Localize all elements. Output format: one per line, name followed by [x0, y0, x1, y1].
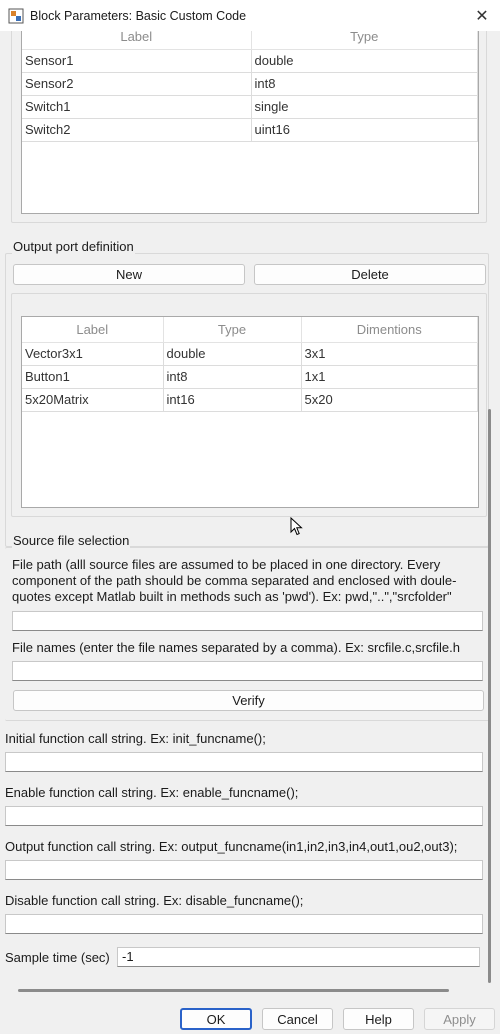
- output-port-group-title: Output port definition: [12, 239, 135, 254]
- output-function-input[interactable]: [5, 860, 483, 880]
- ok-button[interactable]: OK: [180, 1008, 252, 1030]
- enable-function-input[interactable]: [5, 806, 483, 826]
- table-row[interactable]: Button1 int8 1x1: [22, 365, 478, 389]
- column-header-label[interactable]: Label: [22, 317, 164, 343]
- file-path-input[interactable]: [12, 611, 483, 631]
- cell-label[interactable]: 5x20Matrix: [22, 388, 164, 412]
- column-header-type[interactable]: Type: [163, 317, 302, 343]
- window-title: Block Parameters: Basic Custom Code: [30, 8, 247, 23]
- output-port-table[interactable]: Label Type Dimentions Vector3x1 double 3…: [21, 316, 479, 508]
- cell-label[interactable]: Vector3x1: [22, 342, 164, 366]
- column-header-dimentions[interactable]: Dimentions: [301, 317, 478, 343]
- cell-dimentions[interactable]: 5x20: [301, 388, 478, 412]
- verify-button[interactable]: Verify: [13, 690, 484, 711]
- cell-label[interactable]: Sensor2: [22, 72, 252, 96]
- table-row[interactable]: Switch2 uint16: [22, 118, 478, 142]
- horizontal-scrollbar[interactable]: [18, 989, 449, 992]
- file-names-description: File names (enter the file names separat…: [12, 640, 460, 655]
- close-icon: ✕: [475, 8, 489, 25]
- table-row[interactable]: 5x20Matrix int16 5x20: [22, 388, 478, 412]
- apply-button[interactable]: Apply: [424, 1008, 495, 1030]
- initial-function-label: Initial function call string. Ex: init_f…: [5, 731, 266, 746]
- cell-label[interactable]: Sensor1: [22, 49, 252, 73]
- output-function-label: Output function call string. Ex: output_…: [5, 839, 458, 854]
- cancel-button[interactable]: Cancel: [262, 1008, 333, 1030]
- cell-label[interactable]: Button1: [22, 365, 164, 389]
- dialog-content: Label Type Sensor1 double Sensor2 int8 S…: [0, 31, 500, 996]
- table-row[interactable]: Sensor1 double: [22, 49, 478, 73]
- cell-type[interactable]: double: [251, 49, 478, 73]
- cell-type[interactable]: double: [163, 342, 302, 366]
- column-header-label[interactable]: Label: [22, 31, 252, 50]
- title-bar: Block Parameters: Basic Custom Code ✕: [0, 0, 500, 31]
- table-row[interactable]: Vector3x1 double 3x1: [22, 342, 478, 366]
- cell-type[interactable]: int8: [163, 365, 302, 389]
- delete-button[interactable]: Delete: [254, 264, 486, 285]
- file-path-description: File path (alll source files are assumed…: [12, 557, 457, 604]
- app-icon: [8, 8, 24, 23]
- disable-function-label: Disable function call string. Ex: disabl…: [5, 893, 304, 908]
- cell-label[interactable]: Switch2: [22, 118, 252, 142]
- sample-time-label: Sample time (sec): [5, 950, 110, 965]
- sample-time-input[interactable]: -1: [117, 947, 480, 967]
- help-button[interactable]: Help: [343, 1008, 414, 1030]
- cell-dimentions[interactable]: 3x1: [301, 342, 478, 366]
- cell-type[interactable]: int16: [163, 388, 302, 412]
- file-names-input[interactable]: [12, 661, 483, 681]
- input-port-table[interactable]: Label Type Sensor1 double Sensor2 int8 S…: [21, 31, 479, 214]
- source-file-group-title: Source file selection: [12, 533, 131, 548]
- cell-type[interactable]: int8: [251, 72, 478, 96]
- vertical-scrollbar[interactable]: [488, 409, 491, 983]
- cell-dimentions[interactable]: 1x1: [301, 365, 478, 389]
- cell-label[interactable]: Switch1: [22, 95, 252, 119]
- mouse-cursor-icon: [290, 517, 303, 536]
- disable-function-input[interactable]: [5, 914, 483, 934]
- cell-type[interactable]: uint16: [251, 118, 478, 142]
- column-header-type[interactable]: Type: [251, 31, 478, 50]
- new-button[interactable]: New: [13, 264, 245, 285]
- enable-function-label: Enable function call string. Ex: enable_…: [5, 785, 299, 800]
- table-row[interactable]: Switch1 single: [22, 95, 478, 119]
- close-button[interactable]: ✕: [472, 6, 492, 26]
- table-row[interactable]: Sensor2 int8: [22, 72, 478, 96]
- cell-type[interactable]: single: [251, 95, 478, 119]
- initial-function-input[interactable]: [5, 752, 483, 772]
